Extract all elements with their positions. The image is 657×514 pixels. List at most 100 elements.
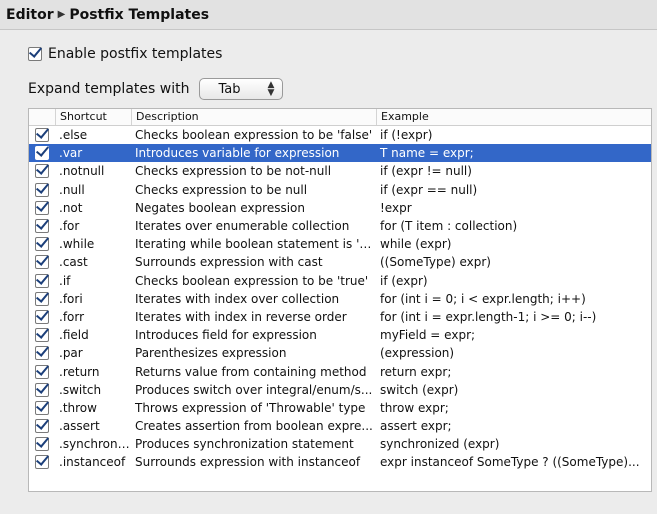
enable-postfix-templates-checkbox[interactable] xyxy=(28,47,42,61)
table-row[interactable]: .instanceof Surrounds expression with ins… xyxy=(29,453,651,471)
expand-templates-label: Expand templates with xyxy=(28,81,190,97)
row-example: if (!expr) xyxy=(380,128,433,143)
row-enabled-checkbox[interactable] xyxy=(35,382,49,397)
row-enabled-checkbox[interactable] xyxy=(35,309,49,324)
expand-templates-row: Expand templates with Tab ▲ ▼ xyxy=(28,78,284,100)
table-row[interactable]: .switch Produces switch over integral/enu… xyxy=(29,381,651,399)
row-description: Surrounds expression with cast xyxy=(135,255,323,270)
table-row[interactable]: .var Introduces variable for expression T … xyxy=(29,144,651,163)
row-enabled-cell xyxy=(29,328,55,343)
table-row[interactable]: .for Iterates over enumerable collection f… xyxy=(29,217,651,235)
expand-key-select[interactable]: Tab ▲ ▼ xyxy=(199,78,284,100)
table-row[interactable]: .fori Iterates with index over collection… xyxy=(29,290,651,308)
row-enabled-cell xyxy=(29,346,55,361)
row-example: if (expr == null) xyxy=(380,182,478,197)
table-row[interactable]: .synchroni... Produces synchronization st… xyxy=(29,435,651,453)
enable-postfix-templates-label[interactable]: Enable postfix templates xyxy=(48,46,222,62)
row-enabled-checkbox[interactable] xyxy=(35,364,49,379)
row-enabled-checkbox[interactable] xyxy=(35,219,49,234)
row-enabled-checkbox[interactable] xyxy=(35,437,49,452)
row-enabled-cell xyxy=(29,219,55,234)
row-shortcut: .while xyxy=(59,237,95,252)
row-example: myField = expr; xyxy=(380,328,476,343)
row-example: if (expr) xyxy=(380,273,428,288)
row-description: Checks expression to be null xyxy=(135,182,308,197)
row-enabled-checkbox[interactable] xyxy=(35,200,49,215)
row-shortcut: .if xyxy=(59,273,71,288)
row-example: switch (expr) xyxy=(380,382,459,397)
row-enabled-checkbox[interactable] xyxy=(35,128,49,143)
row-description: Produces switch over integral/enum/s... xyxy=(135,382,373,397)
row-example: T name = expr; xyxy=(380,146,474,161)
templates-table[interactable]: Shortcut Description Example .else Checks… xyxy=(28,108,652,492)
breadcrumb-editor[interactable]: Editor xyxy=(6,7,54,23)
breadcrumb: Editor ▶ Postfix Templates xyxy=(0,0,657,30)
column-header-shortcut[interactable]: Shortcut xyxy=(55,109,131,125)
row-example: (expression) xyxy=(380,346,455,361)
row-enabled-cell xyxy=(29,273,55,288)
row-enabled-cell xyxy=(29,419,55,434)
row-shortcut: .cast xyxy=(59,255,88,270)
row-enabled-cell xyxy=(29,291,55,306)
table-body: .else Checks boolean expression to be 'fa… xyxy=(29,126,651,472)
row-description: Parenthesizes expression xyxy=(135,346,287,361)
row-example: expr instanceof SomeType ? ((SomeType)..… xyxy=(380,455,640,470)
row-enabled-cell xyxy=(29,128,55,143)
row-shortcut: .forr xyxy=(59,309,85,324)
row-enabled-checkbox[interactable] xyxy=(35,291,49,306)
row-enabled-checkbox[interactable] xyxy=(35,146,49,161)
table-row[interactable]: .else Checks boolean expression to be 'fa… xyxy=(29,126,651,144)
row-enabled-checkbox[interactable] xyxy=(35,455,49,470)
row-example: return expr; xyxy=(380,364,452,379)
row-enabled-cell xyxy=(29,455,55,470)
row-enabled-cell xyxy=(29,200,55,215)
table-row[interactable]: .forr Iterates with index in reverse orde… xyxy=(29,308,651,326)
row-enabled-cell xyxy=(29,364,55,379)
table-row[interactable]: .while Iterating while boolean statement … xyxy=(29,235,651,253)
table-row[interactable]: .null Checks expression to be null if (exp… xyxy=(29,181,651,199)
row-enabled-cell xyxy=(29,400,55,415)
row-description: Checks boolean expression to be 'false' xyxy=(135,128,373,143)
row-shortcut: .throw xyxy=(59,400,97,415)
table-row[interactable]: .cast Surrounds expression with cast ((Som… xyxy=(29,253,651,271)
row-shortcut: .instanceof xyxy=(59,455,126,470)
row-enabled-cell xyxy=(29,237,55,252)
column-header-example[interactable]: Example xyxy=(376,109,651,125)
row-enabled-checkbox[interactable] xyxy=(35,273,49,288)
row-enabled-checkbox[interactable] xyxy=(35,419,49,434)
enable-postfix-templates[interactable]: Enable postfix templates xyxy=(28,46,222,62)
row-description: Returns value from containing method xyxy=(135,364,367,379)
row-enabled-checkbox[interactable] xyxy=(35,255,49,270)
row-example: synchronized (expr) xyxy=(380,437,500,452)
table-row[interactable]: .assert Creates assertion from boolean ex… xyxy=(29,417,651,435)
row-enabled-checkbox[interactable] xyxy=(35,182,49,197)
row-shortcut: .else xyxy=(59,128,88,143)
triangle-right-icon: ▶ xyxy=(57,9,66,20)
row-enabled-checkbox[interactable] xyxy=(35,237,49,252)
row-shortcut: .fori xyxy=(59,291,83,306)
row-description: Checks expression to be not-null xyxy=(135,164,332,179)
row-enabled-checkbox[interactable] xyxy=(35,328,49,343)
row-example: !expr xyxy=(380,200,412,215)
row-shortcut: .not xyxy=(59,200,83,215)
table-row[interactable]: .throw Throws expression of 'Throwable' t… xyxy=(29,399,651,417)
table-row[interactable]: .notnull Checks expression to be not-null… xyxy=(29,162,651,180)
row-description: Checks boolean expression to be 'true' xyxy=(135,273,369,288)
row-example: throw expr; xyxy=(380,400,449,415)
row-enabled-checkbox[interactable] xyxy=(35,346,49,361)
row-enabled-cell xyxy=(29,164,55,179)
row-enabled-checkbox[interactable] xyxy=(35,400,49,415)
table-row[interactable]: .if Checks boolean expression to be 'true… xyxy=(29,272,651,290)
table-row[interactable]: .par Parenthesizes expression (expression) xyxy=(29,344,651,362)
table-row[interactable]: .not Negates boolean expression !expr xyxy=(29,199,651,217)
row-enabled-checkbox[interactable] xyxy=(35,164,49,179)
row-shortcut: .switch xyxy=(59,382,102,397)
column-header-description[interactable]: Description xyxy=(131,109,376,125)
row-shortcut: .par xyxy=(59,346,83,361)
row-shortcut: .null xyxy=(59,182,85,197)
table-row[interactable]: .field Introduces field for expression myF… xyxy=(29,326,651,344)
row-enabled-cell xyxy=(29,309,55,324)
table-row[interactable]: .return Returns value from containing met… xyxy=(29,362,651,380)
column-header-enabled[interactable] xyxy=(29,109,55,125)
row-example: if (expr != null) xyxy=(380,164,472,179)
